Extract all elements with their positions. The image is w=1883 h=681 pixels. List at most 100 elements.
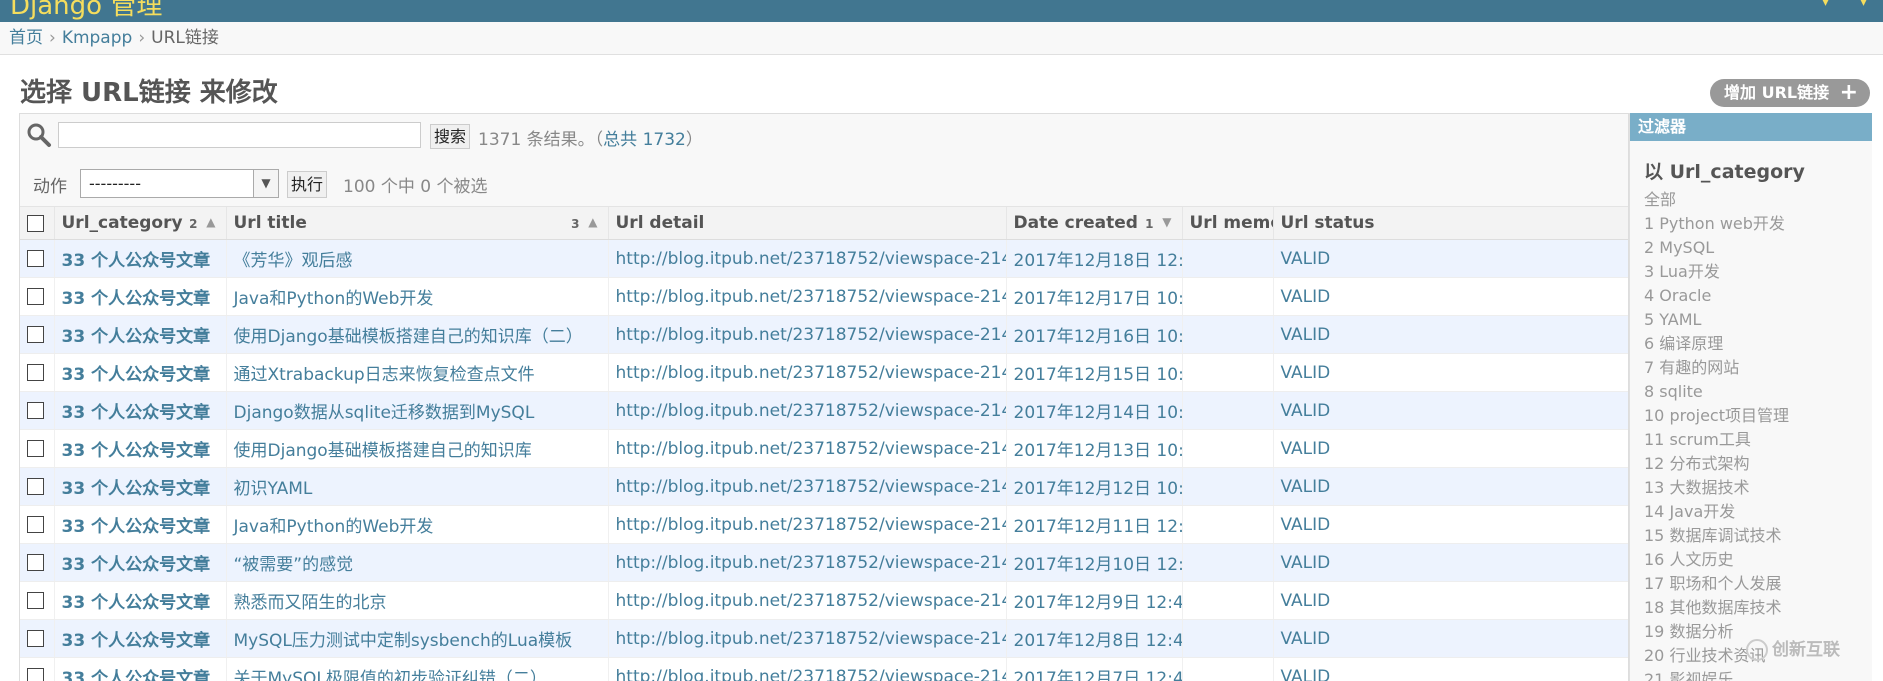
column-header-url-category[interactable]: Url_category 2 ▲ bbox=[54, 207, 227, 240]
row-checkbox[interactable] bbox=[27, 288, 44, 305]
go-button[interactable]: 执行 bbox=[287, 171, 327, 198]
site-brand[interactable]: Django 管理 bbox=[10, 0, 162, 22]
date-created-cell: 2017年12月12日 10:33 bbox=[1006, 467, 1183, 506]
breadcrumb-separator: › bbox=[138, 28, 146, 48]
url-detail-cell: http://blog.itpub.net/23718752/viewspace… bbox=[608, 353, 1007, 392]
url-detail-cell: http://blog.itpub.net/23718752/viewspace… bbox=[608, 467, 1007, 506]
filter-item[interactable]: 7 有趣的网站 bbox=[1644, 356, 1872, 380]
breadcrumb: 首页 › Kmpapp › URL链接 bbox=[0, 22, 1883, 55]
row-checkbox[interactable] bbox=[27, 554, 44, 571]
filter-item[interactable]: 8 sqlite bbox=[1644, 380, 1872, 404]
row-checkbox[interactable] bbox=[27, 250, 44, 267]
filter-item[interactable]: 17 职场和个人发展 bbox=[1644, 572, 1872, 596]
filter-item[interactable]: 21 影视娱乐 bbox=[1644, 668, 1872, 681]
url-category-cell[interactable]: 33 个人公众号文章 bbox=[54, 277, 227, 316]
table-header-row: Url_category 2 ▲ Url title 3 ▲ Url detai… bbox=[20, 207, 1628, 240]
filter-item[interactable]: 12 分布式架构 bbox=[1644, 452, 1872, 476]
filter-item[interactable]: 10 project项目管理 bbox=[1644, 404, 1872, 428]
filter-item[interactable]: 5 YAML bbox=[1644, 308, 1872, 332]
url-category-cell[interactable]: 33 个人公众号文章 bbox=[54, 543, 227, 582]
sort-descending-icon[interactable]: ▼ bbox=[1162, 215, 1171, 229]
url-category-cell[interactable]: 33 个人公众号文章 bbox=[54, 581, 227, 620]
row-checkbox[interactable] bbox=[27, 630, 44, 647]
row-select-cell bbox=[20, 505, 55, 544]
row-checkbox[interactable] bbox=[27, 326, 44, 343]
user-tools-icon[interactable]: ▾ bbox=[1822, 0, 1829, 10]
column-header-url-title[interactable]: Url title 3 ▲ bbox=[226, 207, 609, 240]
column-header-url-detail[interactable]: Url detail bbox=[608, 207, 1007, 240]
show-all-link[interactable]: 总共 1732 bbox=[603, 130, 686, 150]
search-icon bbox=[27, 123, 51, 147]
filter-item[interactable]: 16 人文历史 bbox=[1644, 548, 1872, 572]
filter-item[interactable]: 3 Lua开发 bbox=[1644, 260, 1872, 284]
sort-ascending-icon[interactable]: ▲ bbox=[206, 215, 215, 229]
url-category-cell[interactable]: 33 个人公众号文章 bbox=[54, 315, 227, 354]
breadcrumb-home[interactable]: 首页 bbox=[9, 28, 43, 48]
url-memo-cell bbox=[1182, 657, 1274, 681]
url-category-cell[interactable]: 33 个人公众号文章 bbox=[54, 505, 227, 544]
result-table: Url_category 2 ▲ Url title 3 ▲ Url detai… bbox=[20, 207, 1628, 681]
filter-item[interactable]: 15 数据库调试技术 bbox=[1644, 524, 1872, 548]
table-row: 33 个人公众号文章 《芳华》观后感 http://blog.itpub.net/2… bbox=[20, 239, 1628, 278]
filter-item[interactable]: 14 Java开发 bbox=[1644, 500, 1872, 524]
select-all-header bbox=[20, 207, 55, 240]
filter-item[interactable]: 2 MySQL bbox=[1644, 236, 1872, 260]
url-title-cell: Java和Python的Web开发 bbox=[226, 277, 609, 316]
filter-item[interactable]: 全部 bbox=[1644, 188, 1872, 212]
column-header-url-status[interactable]: Url status bbox=[1273, 207, 1628, 240]
url-detail-cell: http://blog.itpub.net/23718752/viewspace… bbox=[608, 277, 1007, 316]
url-category-cell[interactable]: 33 个人公众号文章 bbox=[54, 619, 227, 658]
search-button[interactable]: 搜索 bbox=[430, 124, 470, 149]
column-header-date-created[interactable]: Date created 1 ▼ bbox=[1006, 207, 1183, 240]
result-count: 1371 条结果。（总共 1732） bbox=[478, 125, 703, 150]
url-category-cell[interactable]: 33 个人公众号文章 bbox=[54, 467, 227, 506]
add-url-link-button[interactable]: 增加 URL链接 + bbox=[1710, 79, 1870, 107]
row-checkbox[interactable] bbox=[27, 402, 44, 419]
url-memo-cell bbox=[1182, 581, 1274, 620]
url-title-cell: MySQL压力测试中定制sysbench的Lua模板 bbox=[226, 619, 609, 658]
action-label: 动作 bbox=[33, 177, 67, 197]
select-all-checkbox[interactable] bbox=[27, 214, 44, 232]
row-checkbox[interactable] bbox=[27, 440, 44, 457]
url-memo-cell bbox=[1182, 353, 1274, 392]
row-checkbox[interactable] bbox=[27, 516, 44, 533]
url-detail-cell: http://blog.itpub.net/23718752/viewspace… bbox=[608, 657, 1007, 681]
action-select[interactable]: --------- ▼ bbox=[80, 169, 279, 198]
actions-bar: 动作 --------- ▼ 执行 100 个中 0 个被选 bbox=[20, 157, 1628, 207]
row-checkbox[interactable] bbox=[27, 592, 44, 609]
row-checkbox[interactable] bbox=[27, 478, 44, 495]
breadcrumb-app[interactable]: Kmpapp bbox=[62, 28, 133, 48]
result-count-text: 1371 条结果。（ bbox=[478, 130, 604, 150]
url-title-cell: Java和Python的Web开发 bbox=[226, 505, 609, 544]
filter-item[interactable]: 4 Oracle bbox=[1644, 284, 1872, 308]
url-status-cell: VALID bbox=[1273, 467, 1628, 506]
row-checkbox[interactable] bbox=[27, 668, 44, 681]
url-title-cell: 初识YAML bbox=[226, 467, 609, 506]
table-row: 33 个人公众号文章 Java和Python的Web开发 http://blog.i… bbox=[20, 505, 1628, 544]
filter-item[interactable]: 18 其他数据库技术 bbox=[1644, 596, 1872, 620]
table-row: 33 个人公众号文章 使用Django基础模板搭建自己的知识库（二） http://… bbox=[20, 315, 1628, 354]
chevron-down-icon: ▼ bbox=[253, 170, 278, 197]
date-created-cell: 2017年12月8日 12:46 bbox=[1006, 619, 1183, 658]
url-category-cell[interactable]: 33 个人公众号文章 bbox=[54, 429, 227, 468]
user-tools-icon[interactable]: ▾ bbox=[1860, 0, 1867, 10]
filter-item[interactable]: 11 scrum工具 bbox=[1644, 428, 1872, 452]
column-header-url-memo[interactable]: Url memo bbox=[1182, 207, 1274, 240]
url-category-cell[interactable]: 33 个人公众号文章 bbox=[54, 391, 227, 430]
url-detail-cell: http://blog.itpub.net/23718752/viewspace… bbox=[608, 315, 1007, 354]
row-select-cell bbox=[20, 239, 55, 278]
url-status-cell: VALID bbox=[1273, 239, 1628, 278]
url-memo-cell bbox=[1182, 467, 1274, 506]
site-header: Django 管理 ▾ ▾ bbox=[0, 0, 1883, 22]
filter-item[interactable]: 13 大数据技术 bbox=[1644, 476, 1872, 500]
url-category-cell[interactable]: 33 个人公众号文章 bbox=[54, 353, 227, 392]
url-category-cell[interactable]: 33 个人公众号文章 bbox=[54, 239, 227, 278]
search-input[interactable] bbox=[58, 122, 421, 148]
filter-item[interactable]: 1 Python web开发 bbox=[1644, 212, 1872, 236]
sort-ascending-icon[interactable]: ▲ bbox=[588, 215, 597, 229]
url-category-cell[interactable]: 33 个人公众号文章 bbox=[54, 657, 227, 681]
row-checkbox[interactable] bbox=[27, 364, 44, 381]
filter-item[interactable]: 6 编译原理 bbox=[1644, 332, 1872, 356]
result-body: 33 个人公众号文章 《芳华》观后感 http://blog.itpub.net/2… bbox=[20, 239, 1628, 681]
url-status-cell: VALID bbox=[1273, 315, 1628, 354]
